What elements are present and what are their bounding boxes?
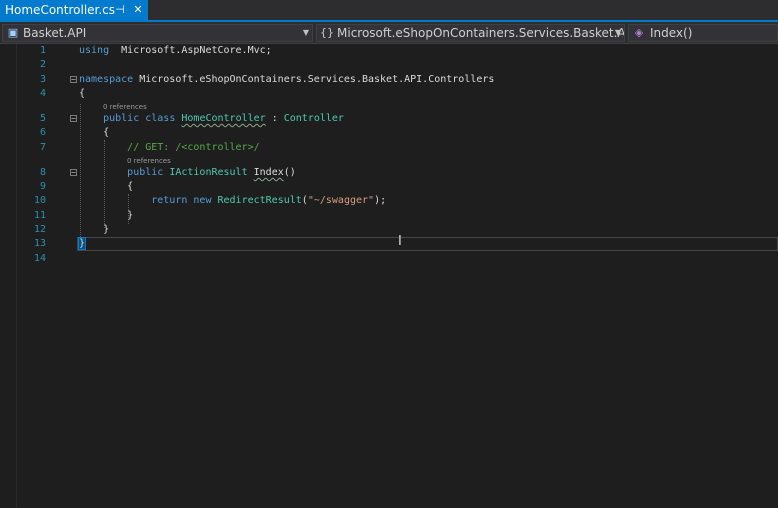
tab-filename: HomeController.cs (5, 3, 116, 17)
line-number: 3 (39, 74, 46, 85)
close-icon[interactable]: ✕ (131, 0, 145, 20)
code-token: IActionResult (169, 167, 248, 178)
line-number: 10 (33, 195, 46, 206)
line-number: 14 (33, 253, 46, 264)
line-number: 5 (39, 113, 46, 124)
code-text: namespace Microsoft.eShopOnContainers.Se… (79, 73, 494, 87)
code-token: Index (253, 167, 284, 178)
line-number: 11 (33, 210, 46, 221)
code-line[interactable]: 1 using Microsoft.AspNetCore.Mvc; (0, 44, 778, 58)
code-text: } (79, 223, 109, 237)
code-text: using Microsoft.AspNetCore.Mvc; (79, 44, 272, 58)
line-number: 6 (39, 127, 46, 138)
code-line[interactable]: 5 − public class HomeController : Control… (0, 112, 778, 126)
code-token: () (283, 167, 296, 178)
code-token: using (79, 45, 110, 56)
code-line[interactable]: 3 − namespace Microsoft.eShopOnContainers.… (0, 73, 778, 87)
navigation-bar: ▣ Basket.API ▼ {} Microsoft.eShopOnConta… (0, 22, 778, 44)
line-number: 1 (39, 45, 46, 56)
line-number: 4 (39, 88, 46, 99)
code-token: } (77, 237, 87, 250)
code-line[interactable]: 13} (0, 237, 778, 251)
code-token: } (79, 210, 134, 221)
code-token: namespace (79, 74, 134, 85)
pin-icon[interactable]: ⊣ (113, 0, 127, 20)
code-token: class (145, 113, 176, 124)
code-token: "~/swagger" (307, 195, 375, 206)
code-line[interactable]: 11 } (0, 209, 778, 223)
code-token: { (79, 88, 86, 99)
code-token: Microsoft.eShopOnContainers.Services.Bas… (133, 74, 495, 85)
collapse-icon[interactable]: − (70, 76, 77, 84)
line-number: 8 (39, 167, 46, 178)
code-text: // GET: /<controller>/ (79, 141, 260, 155)
codelens-references[interactable]: 0 references (127, 157, 171, 166)
project-dropdown[interactable]: ▣ Basket.API ▼ (2, 24, 313, 42)
type-scope-dropdown[interactable]: {} Microsoft.eShopOnContainers.Services.… (316, 24, 625, 42)
code-token: Controller (283, 113, 344, 124)
code-token: } (79, 224, 110, 235)
code-token: new (193, 195, 212, 206)
codelens-references[interactable]: 0 references (103, 103, 147, 112)
code-token: ); (374, 195, 387, 206)
code-line[interactable]: 6 { (0, 126, 778, 140)
code-line[interactable]: 14 (0, 252, 778, 266)
member-label: Index() (650, 26, 693, 40)
member-dropdown[interactable]: ◈ Index() (628, 24, 778, 42)
code-token: Microsoft.AspNetCore.Mvc; (109, 45, 272, 56)
code-token: public (103, 113, 140, 124)
tab-homecontroller[interactable]: HomeController.cs ⊣ ✕ (0, 0, 148, 20)
code-line[interactable]: 10 return new RedirectResult("~/swagger"… (0, 194, 778, 208)
collapse-icon[interactable]: − (70, 169, 77, 177)
code-token: { (79, 181, 134, 192)
line-number: 12 (33, 224, 46, 235)
code-line[interactable]: 12 } (0, 223, 778, 237)
line-number: 2 (39, 59, 46, 70)
code-token: HomeController (181, 113, 266, 124)
code-text: } (77, 237, 87, 251)
code-token: { (79, 127, 110, 138)
code-text: public IActionResult Index() (79, 166, 296, 180)
code-token: : (265, 113, 284, 124)
code-token: RedirectResult (217, 195, 302, 206)
code-token: return (151, 195, 188, 206)
csharp-project-icon: ▣ (7, 26, 19, 39)
code-editor[interactable]: 0 references 0 references 1 using Microso… (0, 44, 778, 508)
code-text: { (79, 126, 109, 140)
code-token: public (127, 167, 164, 178)
code-line[interactable]: 9 { (0, 180, 778, 194)
line-number: 7 (39, 142, 46, 153)
code-text: { (79, 180, 133, 194)
method-icon: ◈ (634, 26, 644, 39)
line-number: 9 (39, 181, 46, 192)
code-text: { (79, 87, 85, 101)
code-line[interactable]: 8 − public IActionResult Index() (0, 166, 778, 180)
type-scope-label: Microsoft.eShopOnContainers.Services.Bas… (337, 26, 625, 40)
i-beam-cursor-icon: I (398, 234, 402, 249)
document-tab-bar: HomeController.cs ⊣ ✕ (0, 0, 778, 22)
code-text: public class HomeController : Controller (79, 112, 344, 126)
project-label: Basket.API (23, 26, 87, 40)
namespace-icon: {} (320, 26, 334, 39)
collapse-icon[interactable]: − (70, 115, 77, 123)
code-line[interactable]: 4{ (0, 87, 778, 101)
chevron-down-icon: ▼ (614, 28, 621, 37)
line-number: 13 (33, 238, 46, 249)
code-line[interactable]: 7 // GET: /<controller>/ (0, 141, 778, 155)
chevron-down-icon: ▼ (302, 28, 309, 37)
code-line[interactable]: 2 (0, 58, 778, 72)
code-token: // GET: /<controller>/ (127, 142, 260, 153)
code-text: } (79, 209, 133, 223)
code-text: return new RedirectResult("~/swagger"); (79, 194, 386, 208)
